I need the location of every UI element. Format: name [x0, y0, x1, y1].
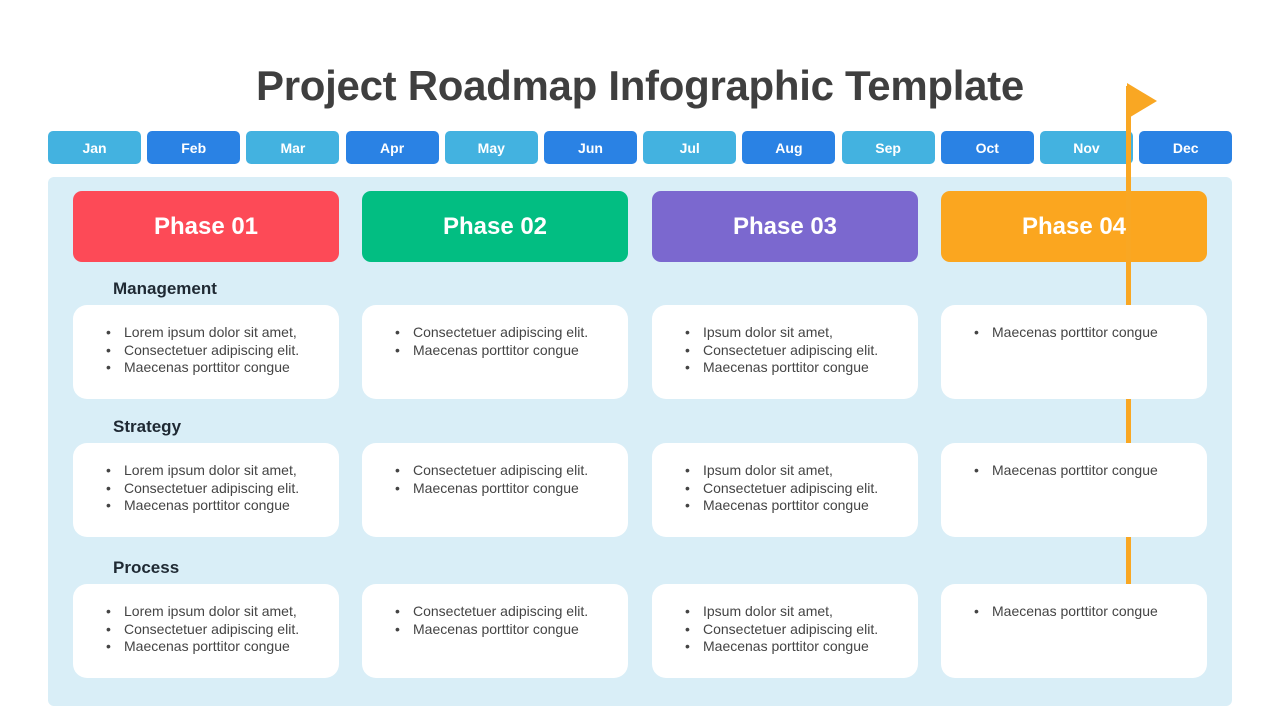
- bullet-list: Lorem ipsum dolor sit amet,Consectetuer …: [106, 603, 339, 656]
- section-label-management: Management: [113, 279, 217, 298]
- month-jul: Jul: [643, 131, 737, 164]
- page-title: Project Roadmap Infographic Template: [256, 62, 1024, 109]
- bullet-item: Maecenas porttitor congue: [395, 480, 628, 498]
- bullet-item: Consectetuer adipiscing elit.: [395, 603, 628, 621]
- bullet-item: Consectetuer adipiscing elit.: [395, 462, 628, 480]
- bullet-list: Consectetuer adipiscing elit.Maecenas po…: [395, 324, 628, 359]
- bullet-item: Consectetuer adipiscing elit.: [685, 480, 918, 498]
- month-dec: Dec: [1139, 131, 1233, 164]
- bullet-item: Ipsum dolor sit amet,: [685, 462, 918, 480]
- month-may: May: [444, 131, 538, 164]
- month-apr: Apr: [345, 131, 439, 164]
- card-strategy-phase-3: Ipsum dolor sit amet,Consectetuer adipis…: [652, 443, 918, 537]
- month-mar: Mar: [246, 131, 340, 164]
- bullet-item: Ipsum dolor sit amet,: [685, 324, 918, 342]
- bullet-item: Maecenas porttitor congue: [685, 638, 918, 656]
- bullet-list: Consectetuer adipiscing elit.Maecenas po…: [395, 462, 628, 497]
- bullet-item: Maecenas porttitor congue: [395, 621, 628, 639]
- card-process-phase-4: Maecenas porttitor congue: [941, 584, 1207, 678]
- phase-header-4: Phase 04: [941, 191, 1207, 262]
- bullet-item: Consectetuer adipiscing elit.: [106, 342, 339, 360]
- bullet-item: Maecenas porttitor congue: [974, 462, 1207, 480]
- bullet-list: Ipsum dolor sit amet,Consectetuer adipis…: [685, 324, 918, 377]
- phase-header-1: Phase 01: [73, 191, 339, 262]
- bullet-list: Ipsum dolor sit amet,Consectetuer adipis…: [685, 603, 918, 656]
- month-timeline: Jan Feb Mar Apr May Jun Jul Aug Sep Oct Nov Dec: [48, 131, 1233, 164]
- card-management-phase-4: Maecenas porttitor congue: [941, 305, 1207, 399]
- card-process-phase-3: Ipsum dolor sit amet,Consectetuer adipis…: [652, 584, 918, 678]
- bullet-list: Maecenas porttitor congue: [974, 603, 1207, 621]
- bullet-list: Consectetuer adipiscing elit.Maecenas po…: [395, 603, 628, 638]
- bullet-item: Lorem ipsum dolor sit amet,: [106, 324, 339, 342]
- card-strategy-phase-2: Consectetuer adipiscing elit.Maecenas po…: [362, 443, 628, 537]
- bullet-item: Maecenas porttitor congue: [974, 324, 1207, 342]
- phase-header-2: Phase 02: [362, 191, 628, 262]
- bullet-item: Consectetuer adipiscing elit.: [106, 480, 339, 498]
- bullet-item: Consectetuer adipiscing elit.: [685, 342, 918, 360]
- card-management-phase-3: Ipsum dolor sit amet,Consectetuer adipis…: [652, 305, 918, 399]
- bullet-item: Lorem ipsum dolor sit amet,: [106, 462, 339, 480]
- card-management-phase-1: Lorem ipsum dolor sit amet,Consectetuer …: [73, 305, 339, 399]
- phase-header-3: Phase 03: [652, 191, 918, 262]
- card-process-phase-2: Consectetuer adipiscing elit.Maecenas po…: [362, 584, 628, 678]
- card-strategy-phase-1: Lorem ipsum dolor sit amet,Consectetuer …: [73, 443, 339, 537]
- card-strategy-phase-4: Maecenas porttitor congue: [941, 443, 1207, 537]
- section-label-strategy: Strategy: [113, 417, 182, 436]
- bullet-item: Maecenas porttitor congue: [395, 342, 628, 360]
- month-aug: Aug: [742, 131, 836, 164]
- bullet-item: Maecenas porttitor congue: [106, 638, 339, 656]
- bullet-item: Maecenas porttitor congue: [685, 359, 918, 377]
- month-sep: Sep: [841, 131, 935, 164]
- bullet-item: Consectetuer adipiscing elit.: [395, 324, 628, 342]
- bullet-list: Maecenas porttitor congue: [974, 462, 1207, 480]
- bullet-list: Lorem ipsum dolor sit amet,Consectetuer …: [106, 324, 339, 377]
- section-label-process: Process: [113, 558, 180, 577]
- bullet-item: Maecenas porttitor congue: [106, 359, 339, 377]
- bullet-item: Maecenas porttitor congue: [106, 497, 339, 515]
- month-nov: Nov: [1040, 131, 1133, 164]
- bullet-item: Maecenas porttitor congue: [974, 603, 1207, 621]
- bullet-list: Maecenas porttitor congue: [974, 324, 1207, 342]
- month-feb: Feb: [147, 131, 241, 164]
- bullet-list: Lorem ipsum dolor sit amet,Consectetuer …: [106, 462, 339, 515]
- bullet-list: Ipsum dolor sit amet,Consectetuer adipis…: [685, 462, 918, 515]
- bullet-item: Consectetuer adipiscing elit.: [685, 621, 918, 639]
- card-process-phase-1: Lorem ipsum dolor sit amet,Consectetuer …: [73, 584, 339, 678]
- month-jun: Jun: [544, 131, 637, 164]
- bullet-item: Consectetuer adipiscing elit.: [106, 621, 339, 639]
- bullet-item: Ipsum dolor sit amet,: [685, 603, 918, 621]
- month-jan: Jan: [48, 131, 141, 164]
- bullet-item: Maecenas porttitor congue: [685, 497, 918, 515]
- card-management-phase-2: Consectetuer adipiscing elit.Maecenas po…: [362, 305, 628, 399]
- bullet-item: Lorem ipsum dolor sit amet,: [106, 603, 339, 621]
- flag-icon: [1127, 83, 1157, 119]
- month-oct: Oct: [940, 131, 1034, 164]
